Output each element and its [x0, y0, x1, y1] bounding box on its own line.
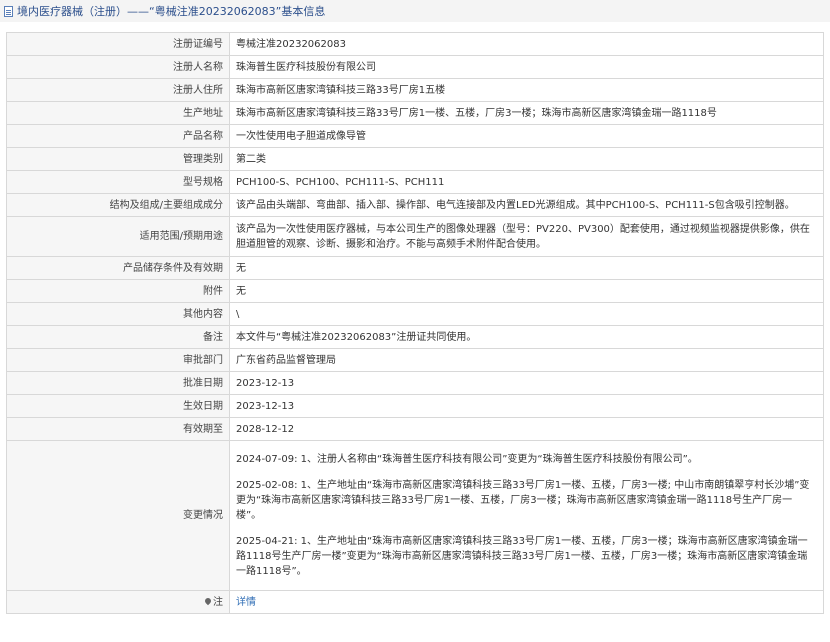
row-value: 该产品由头端部、弯曲部、插入部、操作部、电气连接部及内置LED光源组成。其中PC… — [229, 193, 824, 217]
change-entry: 2025-04-21: 1、生产地址由“珠海市高新区唐家湾镇科技三路33号厂房1… — [236, 536, 808, 577]
row-value: 第二类 — [229, 147, 824, 171]
row-label: 适用范围/预期用途 — [6, 216, 230, 257]
change-entry: 2025-02-08: 1、生产地址由“珠海市高新区唐家湾镇科技三路33号厂房1… — [236, 480, 810, 521]
table-row: 型号规格 PCH100-S、PCH100、PCH111-S、PCH111 — [6, 170, 824, 194]
table-row: 注册人住所 珠海市高新区唐家湾镇科技三路33号厂房1五楼 — [6, 78, 824, 102]
table-row-footer: 注 详情 — [6, 590, 824, 614]
row-value: 该产品为一次性使用医疗器械，与本公司生产的图像处理器（型号：PV220、PV30… — [229, 216, 824, 257]
table-row: 适用范围/预期用途 该产品为一次性使用医疗器械，与本公司生产的图像处理器（型号：… — [6, 216, 824, 257]
table-row: 结构及组成/主要组成成分 该产品由头端部、弯曲部、插入部、操作部、电气连接部及内… — [6, 193, 824, 217]
table-row: 注册人名称 珠海普生医疗科技股份有限公司 — [6, 55, 824, 79]
row-value: 珠海普生医疗科技股份有限公司 — [229, 55, 824, 79]
table-row: 注册证编号 粤械注准20232062083 — [6, 32, 824, 56]
row-label: 结构及组成/主要组成成分 — [6, 193, 230, 217]
row-value: 2028-12-12 — [229, 417, 824, 441]
row-label: 生产地址 — [6, 101, 230, 125]
row-label: 产品储存条件及有效期 — [6, 256, 230, 280]
table-row: 有效期至 2028-12-12 — [6, 417, 824, 441]
row-label: 产品名称 — [6, 124, 230, 148]
row-value: 一次性使用电子胆道成像导管 — [229, 124, 824, 148]
row-label: 附件 — [6, 279, 230, 303]
row-label: 管理类别 — [6, 147, 230, 171]
table-row: 审批部门 广东省药品监督管理局 — [6, 348, 824, 372]
row-value: 2023-12-13 — [229, 394, 824, 418]
table-row: 产品储存条件及有效期 无 — [6, 256, 824, 280]
info-table: 注册证编号 粤械注准20232062083 注册人名称 珠海普生医疗科技股份有限… — [6, 32, 824, 614]
row-value: 本文件与“粤械注准20232062083”注册证共同使用。 — [229, 325, 824, 349]
table-row: 管理类别 第二类 — [6, 147, 824, 171]
row-value: 珠海市高新区唐家湾镇科技三路33号厂房1五楼 — [229, 78, 824, 102]
row-label: 注册证编号 — [6, 32, 230, 56]
pin-icon — [203, 596, 213, 605]
table-row: 生产地址 珠海市高新区唐家湾镇科技三路33号厂房1一楼、五楼，厂房3一楼；珠海市… — [6, 101, 824, 125]
row-label: 有效期至 — [6, 417, 230, 441]
changes-label: 变更情况 — [6, 440, 230, 591]
page-title: 境内医疗器械（注册）——“粤械注准20232062083”基本信息 — [17, 5, 326, 18]
row-label: 型号规格 — [6, 170, 230, 194]
row-value: \ — [229, 302, 824, 326]
row-value: 广东省药品监督管理局 — [229, 348, 824, 372]
document-icon — [4, 5, 13, 17]
page-header: 境内医疗器械（注册）——“粤械注准20232062083”基本信息 — [0, 0, 830, 22]
table-row-changes: 变更情况 2024-07-09: 1、注册人名称由“珠海普生医疗科技有限公司”变… — [6, 440, 824, 591]
footer-value: 详情 — [229, 590, 824, 614]
row-label: 备注 — [6, 325, 230, 349]
row-label: 审批部门 — [6, 348, 230, 372]
row-label: 注册人名称 — [6, 55, 230, 79]
detail-link[interactable]: 详情 — [236, 597, 256, 608]
table-row: 备注 本文件与“粤械注准20232062083”注册证共同使用。 — [6, 325, 824, 349]
row-value: PCH100-S、PCH100、PCH111-S、PCH111 — [229, 170, 824, 194]
row-value: 无 — [229, 279, 824, 303]
row-value: 粤械注准20232062083 — [229, 32, 824, 56]
changes-value: 2024-07-09: 1、注册人名称由“珠海普生医疗科技有限公司”变更为“珠海… — [229, 440, 824, 591]
row-label: 其他内容 — [6, 302, 230, 326]
footer-label-cell: 注 — [6, 590, 230, 614]
table-row: 其他内容 \ — [6, 302, 824, 326]
row-value: 无 — [229, 256, 824, 280]
row-label: 生效日期 — [6, 394, 230, 418]
table-row: 批准日期 2023-12-13 — [6, 371, 824, 395]
footer-label: 注 — [213, 596, 223, 608]
table-row: 附件 无 — [6, 279, 824, 303]
table-row: 产品名称 一次性使用电子胆道成像导管 — [6, 124, 824, 148]
row-label: 注册人住所 — [6, 78, 230, 102]
row-label: 批准日期 — [6, 371, 230, 395]
row-value: 珠海市高新区唐家湾镇科技三路33号厂房1一楼、五楼，厂房3一楼；珠海市高新区唐家… — [229, 101, 824, 125]
table-row: 生效日期 2023-12-13 — [6, 394, 824, 418]
change-entry: 2024-07-09: 1、注册人名称由“珠海普生医疗科技有限公司”变更为“珠海… — [236, 454, 698, 465]
row-value: 2023-12-13 — [229, 371, 824, 395]
